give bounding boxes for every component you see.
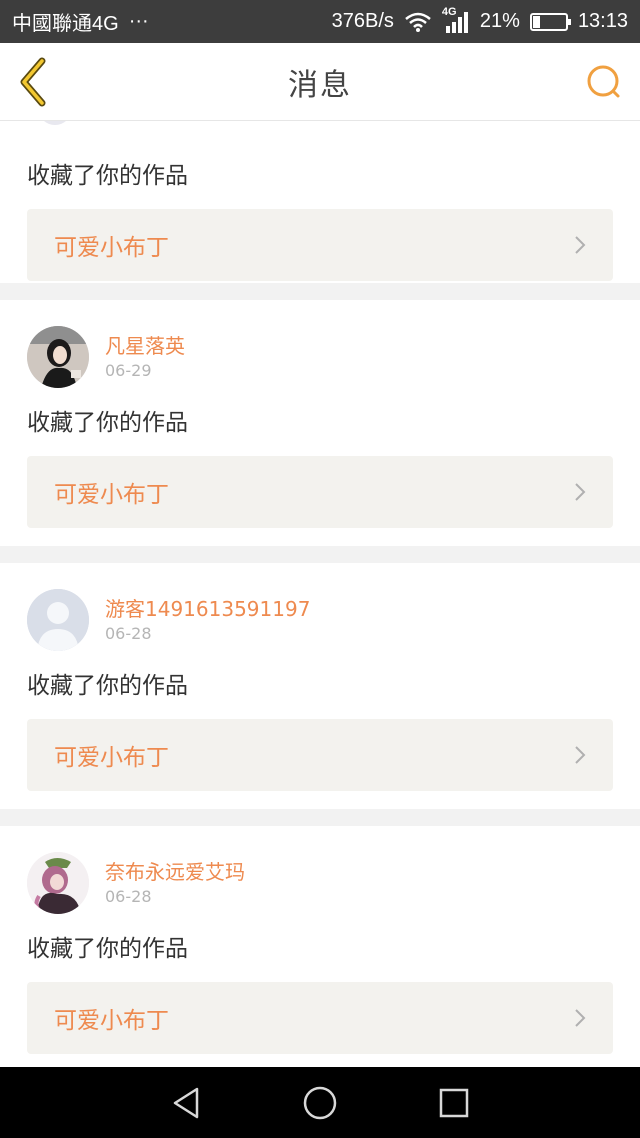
net-speed: 376B/s: [331, 10, 394, 32]
work-link[interactable]: 可爱小布丁: [27, 719, 613, 791]
message-card: 游客1491613591197 06-28 收藏了你的作品 可爱小布丁: [0, 563, 640, 809]
anime-avatar-icon: [27, 852, 89, 914]
user-name[interactable]: 游客1491613591197: [105, 595, 310, 623]
work-link[interactable]: 可爱小布丁: [27, 982, 613, 1054]
page-title: 消息: [288, 67, 352, 103]
work-title: 可爱小布丁: [54, 235, 169, 261]
chevron-right-icon: [575, 1009, 586, 1027]
triangle-back-icon[interactable]: [170, 1086, 202, 1120]
user-meta: 奈布永远爱艾玛 06-28: [105, 858, 245, 908]
chevron-right-icon: [575, 746, 586, 764]
work-title: 可爱小布丁: [54, 1008, 169, 1034]
search-button[interactable]: [584, 62, 624, 102]
back-button[interactable]: [14, 57, 54, 107]
action-text: 收藏了你的作品: [27, 673, 188, 699]
user-photo-icon: [27, 326, 89, 388]
circle-home-icon[interactable]: [302, 1085, 338, 1121]
more-indicator: ···: [128, 10, 149, 32]
work-title: 可爱小布丁: [54, 745, 169, 771]
search-icon: [587, 65, 620, 98]
user-meta: 凡星落英 06-29: [105, 332, 185, 382]
work-link[interactable]: 可爱小布丁: [27, 456, 613, 528]
message-date: 06-28: [105, 887, 152, 906]
message-date: 06-29: [105, 361, 152, 380]
avatar[interactable]: [27, 852, 89, 914]
work-title: 可爱小布丁: [54, 482, 169, 508]
user-row[interactable]: 凡星落英 06-29: [27, 326, 613, 388]
user-row[interactable]: 奈布永远爱艾玛 06-28: [27, 852, 613, 914]
carrier-label: 中國聯通4G: [12, 13, 119, 35]
battery-icon: [529, 12, 571, 31]
status-left: 中國聯通4G ···: [12, 7, 149, 36]
signal-icon: [445, 11, 468, 33]
message-list[interactable]: 收藏了你的作品 可爱小布丁 凡星落英 06-29 收藏了你的作品 可爱小布丁 游…: [0, 121, 640, 1067]
battery-fill: [532, 15, 540, 28]
message-card: 凡星落英 06-29 收藏了你的作品 可爱小布丁: [0, 300, 640, 546]
action-text: 收藏了你的作品: [27, 936, 188, 962]
default-avatar-icon: [27, 589, 89, 651]
message-card: 奈布永远爱艾玛 06-28 收藏了你的作品 可爱小布丁: [0, 826, 640, 1067]
user-meta: 游客1491613591197 06-28: [105, 595, 310, 645]
wifi-icon: [405, 12, 431, 32]
signal-group: 4G: [442, 6, 470, 34]
status-right: 376B/s 4G 21% 13:13: [331, 6, 628, 34]
status-bar: 中國聯通4G ··· 376B/s 4G 21% 13:13: [0, 0, 640, 43]
message-date: 06-28: [105, 624, 152, 643]
chevron-left-icon: [20, 57, 46, 107]
action-text: 收藏了你的作品: [27, 163, 188, 189]
chevron-right-icon: [575, 236, 586, 254]
user-name[interactable]: 奈布永远爱艾玛: [105, 858, 245, 886]
user-name[interactable]: 凡星落英: [105, 332, 185, 360]
nav-bar: 消息: [0, 43, 640, 121]
clock: 13:13: [577, 10, 628, 32]
user-row[interactable]: 游客1491613591197 06-28: [27, 589, 613, 651]
work-link[interactable]: 可爱小布丁: [27, 209, 613, 281]
battery-percent: 21%: [479, 10, 520, 32]
avatar[interactable]: [27, 589, 89, 651]
chevron-right-icon: [575, 483, 586, 501]
message-card: 收藏了你的作品 可爱小布丁: [0, 121, 640, 283]
avatar[interactable]: [27, 326, 89, 388]
square-recents-icon[interactable]: [438, 1087, 470, 1119]
system-nav-bar: [0, 1067, 640, 1138]
action-text: 收藏了你的作品: [27, 410, 188, 436]
